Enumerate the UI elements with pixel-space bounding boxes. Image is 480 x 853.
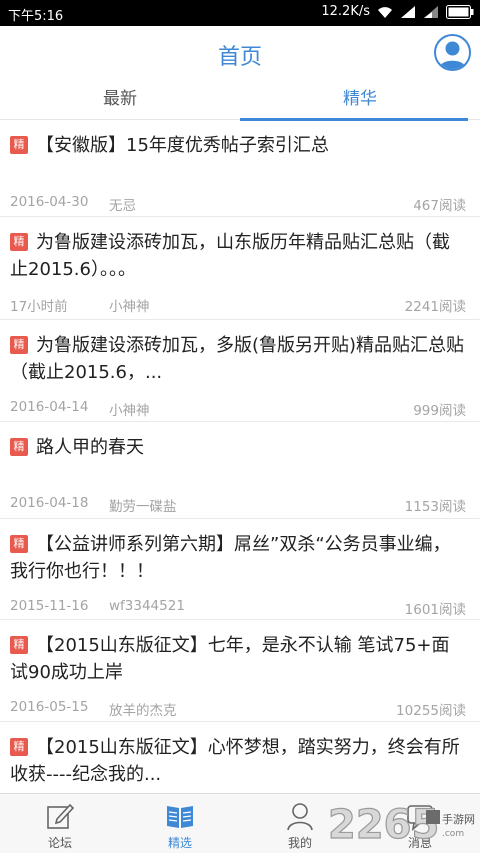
- post-author: 无忌: [109, 198, 136, 214]
- status-icons: 12.2K/s: [321, 4, 474, 19]
- post-title: 为鲁版建设添砖加瓦，山东版历年精品贴汇总贴（截止2015.6）。。。: [10, 232, 450, 280]
- nav-forum-label: 论坛: [47, 836, 72, 850]
- book-icon: [165, 801, 195, 831]
- post-views: 2241阅读: [404, 299, 466, 315]
- post-date: 2016-05-15: [10, 699, 89, 715]
- post-author: 小神神: [109, 299, 150, 315]
- post-meta: 2016-04-18 勤劳一碟盐 1153阅读: [10, 495, 466, 515]
- post-meta: 2016-05-15 放羊的杰克 10255阅读: [10, 699, 466, 719]
- svg-text:2265: 2265: [328, 802, 439, 848]
- tab-featured[interactable]: 精华: [240, 82, 480, 121]
- post-title: 路人甲的春天: [36, 437, 144, 458]
- post-date: 2016-04-14: [10, 399, 89, 415]
- post-title-row: 精【公益讲师系列第六期】屌丝”双杀“公务员事业编，我行你也行！！！: [10, 531, 466, 585]
- svg-text:手游网: 手游网: [442, 812, 475, 826]
- post-author: wf3344521: [109, 598, 185, 614]
- post-title: 【公益讲师系列第六期】屌丝”双杀“公务员事业编，我行你也行！！！: [10, 534, 451, 582]
- forum-edit-icon: [45, 801, 75, 831]
- post-title-row: 精【2015山东版征文】七年，是永不认输 笔试75+面试90成功上岸: [10, 632, 466, 686]
- post-date: 2016-04-18: [10, 495, 89, 511]
- post-title-row: 精路人甲的春天: [10, 434, 466, 461]
- list-item[interactable]: 精路人甲的春天 2016-04-18 勤劳一碟盐 1153阅读: [0, 422, 480, 519]
- post-views: 1153阅读: [404, 499, 466, 515]
- post-date: 2015-11-16: [10, 598, 89, 614]
- tab-featured-label: 精华: [343, 89, 377, 109]
- list-item[interactable]: 精【公益讲师系列第六期】屌丝”双杀“公务员事业编，我行你也行！！！ 2015-1…: [0, 519, 480, 620]
- status-bar: 下午5:16 12.2K/s: [0, 0, 480, 26]
- nav-featured[interactable]: 精选: [120, 794, 240, 853]
- post-views: 467阅读: [413, 198, 466, 214]
- user-avatar-icon[interactable]: [434, 34, 471, 71]
- post-author: 小神神: [109, 403, 150, 419]
- wifi-icon: [377, 5, 393, 19]
- post-title-row: 精为鲁版建设添砖加瓦，多版(鲁版另开贴)精品贴汇总贴（截止2015.6，...: [10, 332, 466, 386]
- featured-badge: 精: [10, 738, 28, 756]
- list-item[interactable]: 精【安徽版】15年度优秀帖子索引汇总 2016-04-30 无忌 467阅读: [0, 120, 480, 217]
- post-title: 【2015山东版征文】七年，是永不认输 笔试75+面试90成功上岸: [10, 635, 450, 683]
- post-meta: 17小时前 小神神 2241阅读: [10, 295, 466, 315]
- nav-featured-label: 精选: [167, 836, 192, 850]
- featured-badge: 精: [10, 233, 28, 251]
- featured-badge: 精: [10, 136, 28, 154]
- post-title-row: 精【2015山东版征文】心怀梦想，踏实努力，终会有所收获----纪念我的...: [10, 734, 466, 788]
- user-icon: [285, 801, 315, 831]
- nav-forum[interactable]: 论坛: [0, 794, 120, 853]
- tab-bar: 最新 精华: [0, 82, 480, 121]
- page-title: 首页: [217, 45, 262, 70]
- post-title: 【安徽版】15年度优秀帖子索引汇总: [36, 135, 329, 156]
- battery-icon: [446, 4, 474, 19]
- post-title-row: 精为鲁版建设添砖加瓦，山东版历年精品贴汇总贴（截止2015.6）。。。: [10, 229, 466, 283]
- post-views: 10255阅读: [396, 703, 466, 719]
- list-item[interactable]: 精【2015山东版征文】心怀梦想，踏实努力，终会有所收获----纪念我的...: [0, 722, 480, 793]
- post-views: 999阅读: [413, 403, 466, 419]
- svg-text:.com: .com: [442, 829, 464, 839]
- featured-badge: 精: [10, 336, 28, 354]
- app-header: 首页: [0, 26, 480, 82]
- post-meta: 2016-04-14 小神神 999阅读: [10, 399, 466, 419]
- signal-icon: [423, 5, 439, 19]
- list-item[interactable]: 精【2015山东版征文】七年，是永不认输 笔试75+面试90成功上岸 2016-…: [0, 620, 480, 722]
- watermark-logo: 2265 手游网 .com: [326, 798, 476, 848]
- status-time: 下午5:16: [8, 9, 64, 24]
- tab-latest[interactable]: 最新: [0, 82, 240, 120]
- featured-badge: 精: [10, 438, 28, 456]
- list-item[interactable]: 精为鲁版建设添砖加瓦，多版(鲁版另开贴)精品贴汇总贴（截止2015.6，... …: [0, 320, 480, 422]
- signal-icon: [400, 5, 416, 19]
- featured-badge: 精: [10, 535, 28, 553]
- network-speed: 12.2K/s: [321, 4, 370, 19]
- post-title-row: 精【安徽版】15年度优秀帖子索引汇总: [10, 132, 466, 159]
- post-meta: 2016-04-30 无忌 467阅读: [10, 194, 466, 214]
- post-views: 1601阅读: [404, 602, 466, 618]
- post-title: 为鲁版建设添砖加瓦，多版(鲁版另开贴)精品贴汇总贴（截止2015.6，...: [10, 335, 465, 383]
- post-author: 勤劳一碟盐: [109, 499, 177, 515]
- post-author: 放羊的杰克: [109, 703, 177, 719]
- post-date: 17小时前: [10, 299, 68, 315]
- post-title: 【2015山东版征文】心怀梦想，踏实努力，终会有所收获----纪念我的...: [10, 737, 460, 785]
- post-meta: 2015-11-16 wf3344521 1601阅读: [10, 598, 466, 618]
- post-date: 2016-04-30: [10, 194, 89, 210]
- list-item[interactable]: 精为鲁版建设添砖加瓦，山东版历年精品贴汇总贴（截止2015.6）。。。 17小时…: [0, 217, 480, 320]
- featured-badge: 精: [10, 636, 28, 654]
